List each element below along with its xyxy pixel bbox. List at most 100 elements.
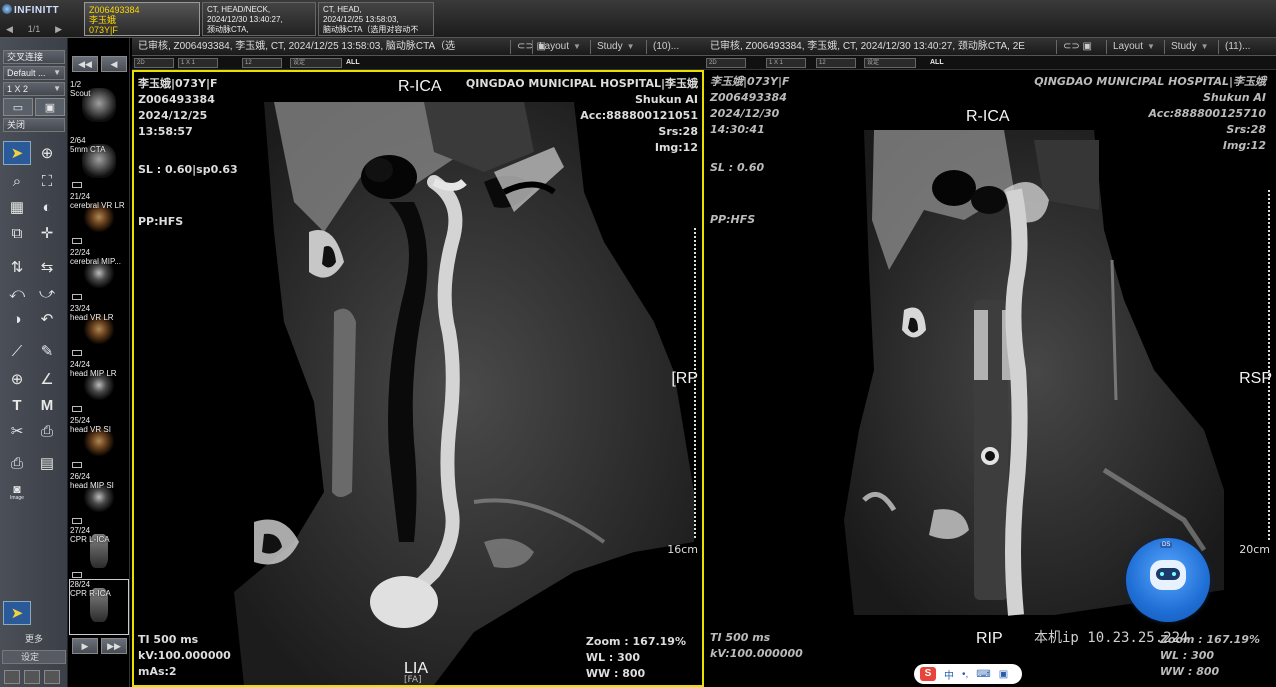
keyboard-icon[interactable]: ⌨ — [976, 669, 990, 680]
study-tab-line: 073Y|F — [89, 25, 118, 35]
orientation-top: R-ICA — [966, 108, 1010, 125]
ime-toolbar[interactable]: S 中 •, ⌨ ▣ — [914, 664, 1022, 684]
thumb-last-button[interactable]: ▶▶ — [101, 638, 127, 654]
patient-info: 李玉娥|073Y|F Z006493384 2024/12/25 13:58:5… — [138, 77, 218, 138]
flip-horizontal-tool[interactable]: ⇆ — [34, 256, 60, 278]
all-toggle[interactable]: ALL — [930, 58, 944, 68]
study-tab[interactable]: CT, HEAD/NECK, 2024/12/30 13:40:27, 颈动脉C… — [202, 2, 316, 36]
study-menu-button[interactable]: Study ▼ — [590, 40, 641, 54]
layout-menu-button[interactable]: Layout ▼ — [1106, 40, 1161, 54]
invert-tool[interactable]: ◑ — [4, 308, 30, 330]
viewport2-image[interactable]: 李玉娥|073Y|F Z006493384 2024/12/30 14:30:4… — [704, 70, 1276, 687]
print-tool[interactable]: ⎙ — [34, 420, 60, 442]
print-all-tool[interactable]: ⎙ — [4, 452, 30, 474]
fit-tool[interactable]: ⛶ — [34, 170, 60, 192]
acquisition-info: TI 500 ms kV:100.000000 mAs:2 — [138, 633, 231, 678]
save-layout-button[interactable]: ▣ — [35, 98, 65, 116]
line-measure-tool[interactable]: ⟋ — [4, 340, 30, 362]
punctuation-icon[interactable]: •, — [962, 669, 968, 680]
cross-link-toggle[interactable]: 交叉连接 — [3, 50, 65, 64]
open-folder-button[interactable]: ▭ — [3, 98, 33, 116]
bottom-icon-3[interactable] — [44, 670, 60, 684]
close-button[interactable]: 关闭 — [3, 118, 65, 132]
pointer-tool[interactable]: ➤ — [3, 141, 31, 165]
rotate-right-tool[interactable]: ⤻ — [34, 282, 60, 304]
thumb-first-button[interactable]: ◀◀ — [72, 56, 98, 72]
all-toggle[interactable]: ALL — [346, 58, 360, 68]
settings-button[interactable]: 设定 — [2, 650, 66, 664]
marker-tool[interactable]: M — [34, 394, 60, 416]
bottom-icon-1[interactable] — [4, 670, 20, 684]
setting-mini-select[interactable]: 设定 — [290, 58, 342, 68]
angle-tool[interactable]: ∠ — [34, 368, 60, 390]
mode-select[interactable]: 2D — [706, 58, 746, 68]
window-level-tool[interactable]: ◐ — [34, 196, 60, 218]
top-bar: INFINITT ◀ 1/1 ▶ Z006493384 李玉娥 073Y|F C… — [0, 0, 1276, 38]
crosshair-tool[interactable]: ⊕ — [4, 368, 30, 390]
pager-next-button[interactable]: ▶ — [55, 24, 62, 35]
ruler-icon: ⟋ — [11, 342, 23, 360]
active-tool-indicator[interactable]: ➤ — [3, 601, 31, 625]
left-toolbar: 交叉连接 Default ... ▼ 1 X 2 ▼ ▭ ▣ 关闭 ➤ ⊕ ⌕ ⛶ … — [0, 38, 68, 687]
rotate-right-icon: ⤻ — [38, 284, 56, 302]
magnifier-icon: ⌕ — [12, 172, 22, 190]
thumbnail-item[interactable]: 21/24 cerebral VR LR — [70, 192, 128, 246]
thumb-next-button[interactable]: ▶ — [72, 638, 98, 654]
magnify-tool[interactable]: ⌕ — [4, 170, 30, 192]
hospital-info: QINGDAO MUNICIPAL HOSPITAL|李玉娥 Shukun AI… — [1034, 75, 1266, 152]
toolbox-icon[interactable]: ▣ — [999, 669, 1008, 680]
thumbnail-item[interactable]: 26/24 head MIP SI — [70, 472, 128, 526]
key-image-tool[interactable]: ✂ — [4, 420, 30, 442]
rotate-left-tool[interactable]: ⤺ — [4, 282, 30, 304]
chevron-down-icon: ▼ — [626, 42, 635, 51]
image-mini-select[interactable]: 12 — [242, 58, 282, 68]
viewport1-image[interactable]: 李玉娥|073Y|F Z006493384 2024/12/25 13:58:5… — [132, 70, 704, 687]
thumbnail-label: 21/24 cerebral VR LR — [70, 192, 125, 210]
study-tab[interactable]: CT, HEAD, 2024/12/25 13:58:03, 脑动脉CTA（选用… — [318, 2, 434, 36]
layout-mini-select[interactable]: 1 X 1 — [178, 58, 218, 68]
pager-prev-button[interactable]: ◀ — [6, 24, 13, 35]
chevron-down-icon: ▼ — [1147, 42, 1155, 51]
angle-icon: ∠ — [40, 371, 54, 388]
setting-mini-select[interactable]: 设定 — [864, 58, 916, 68]
undo-tool[interactable]: ↶ — [34, 308, 60, 330]
series-count-button[interactable]: (10)... — [646, 40, 685, 54]
series-count-button[interactable]: (11)... — [1218, 40, 1256, 54]
snapshot-tool[interactable]: ◙ Image — [4, 478, 30, 504]
thumbnail-item[interactable]: 27/24 CPR L-ICA — [70, 526, 128, 580]
thumbnail-item[interactable]: 24/24 head MIP LR — [70, 360, 128, 414]
grid-tool[interactable]: ▦ — [4, 196, 30, 218]
link-icon[interactable]: ⊂⊃ ▣ — [1056, 40, 1098, 54]
image-mini-select[interactable]: 12 — [816, 58, 856, 68]
thumbnail-item[interactable]: 25/24 head VR SI — [70, 416, 128, 470]
thumbnail-item[interactable]: 1/2 Scout — [70, 80, 128, 134]
scale-label: 16cm — [667, 543, 698, 556]
assistant-floating-button[interactable]: DS — [1126, 538, 1210, 622]
text-annotation-tool[interactable]: T — [4, 394, 30, 416]
study-tab-active[interactable]: Z006493384 李玉娥 073Y|F — [84, 2, 200, 36]
thumbnail-item-selected[interactable]: 28/24 CPR R-ICA — [69, 579, 129, 635]
mode-select[interactable]: 2D — [134, 58, 174, 68]
thumbnail-label: 25/24 head VR SI — [70, 416, 111, 434]
preset-select[interactable]: Default ... ▼ — [3, 66, 65, 80]
layout-mini-select[interactable]: 1 X 1 — [766, 58, 806, 68]
thumbnail-item[interactable]: 22/24 cerebral MIP... — [70, 248, 128, 302]
cursor-arrow-icon: ➤ — [10, 145, 24, 162]
study-menu-button[interactable]: Study ▼ — [1164, 40, 1215, 54]
layout-menu-button[interactable]: Layout ▼ — [532, 40, 587, 54]
save-image-tool[interactable]: ▤ — [34, 452, 60, 474]
flip-vertical-tool[interactable]: ⇅ — [4, 256, 30, 278]
study-pager: ◀ 1/1 ▶ — [2, 22, 66, 36]
scroll-tool[interactable]: ⧉ — [4, 222, 30, 244]
zoom-tool[interactable]: ⊕ — [34, 142, 60, 164]
ime-mode[interactable]: 中 — [944, 667, 954, 682]
thumb-prev-button[interactable]: ◀ — [101, 56, 127, 72]
layout-select[interactable]: 1 X 2 ▼ — [3, 82, 65, 96]
thumbnail-item[interactable]: 2/64 5mm CTA — [70, 136, 128, 190]
bottom-icon-2[interactable] — [24, 670, 40, 684]
length-tool[interactable]: ✎ — [34, 340, 60, 362]
thumbnail-item[interactable]: 23/24 head VR LR — [70, 304, 128, 358]
more-tools-button[interactable]: 更多 — [0, 632, 68, 645]
thumbnail-label: 22/24 cerebral MIP... — [70, 248, 121, 266]
pan-tool[interactable]: ✛ — [34, 222, 60, 244]
